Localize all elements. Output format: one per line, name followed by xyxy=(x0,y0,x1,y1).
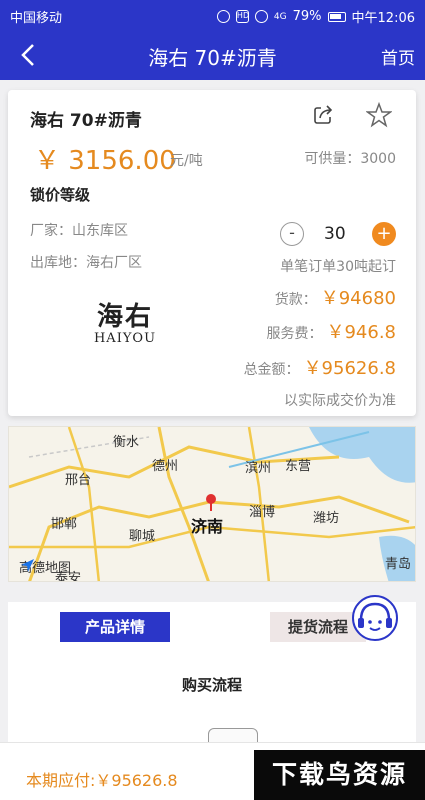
logo-text-cn: 海右 xyxy=(96,302,153,332)
map-city-qingdao: 青岛 xyxy=(385,557,412,572)
product-card: 海右 70#沥青 ￥ 3156.00 元/吨 可供量：3000 锁价等级 厂家：… xyxy=(8,90,416,416)
map-city-dezhou: 德州 xyxy=(152,459,179,474)
goods-value: ￥94680 xyxy=(320,288,396,309)
map-provider-logo: 高德地图 xyxy=(19,557,71,576)
status-bar: 中国移动 HD 4G 79% 中午12:06 xyxy=(0,0,425,30)
watermark: 下载鸟资源 xyxy=(254,750,425,800)
eye-icon xyxy=(254,10,268,23)
hd-icon: HD xyxy=(235,10,249,23)
battery-percent: 79% xyxy=(292,9,322,24)
map-city-zibo: 淄博 xyxy=(249,505,276,520)
map-city-weifang: 潍坊 xyxy=(313,511,340,526)
total-label: 总金额： xyxy=(243,362,300,378)
minimum-order-note: 单笔订单30吨起订 xyxy=(280,259,396,275)
map-city-binzhou: 滨州 xyxy=(245,461,272,476)
purchase-flow-title: 购买流程 xyxy=(181,676,242,694)
product-name: 海右 70#沥青 xyxy=(30,111,142,131)
total-amount-row: 总金额： ￥95626.8 xyxy=(244,354,396,380)
depot-info: 出库地：海右厂区 xyxy=(30,255,142,271)
favorite-star-icon[interactable] xyxy=(366,102,392,128)
goods-label: 货款： xyxy=(274,292,317,308)
alarm-icon xyxy=(216,10,230,23)
increase-quantity-button[interactable]: + xyxy=(372,222,396,246)
factory-info: 厂家：山东库区 xyxy=(30,223,128,239)
battery-icon xyxy=(327,11,346,22)
amount-due: 本期应付:￥95626.8 xyxy=(26,771,178,790)
total-value: ￥95626.8 xyxy=(303,358,396,379)
customer-service-icon[interactable] xyxy=(348,592,402,644)
lock-price-grade: 锁价等级 xyxy=(30,186,91,204)
quantity-value[interactable]: 30 xyxy=(324,224,346,244)
price-note: 以实际成交价为准 xyxy=(284,393,396,409)
map-city-jinan: 济南 xyxy=(191,517,224,536)
clock: 中午12:06 xyxy=(351,11,415,26)
status-icons: HD 4G 79% 中午12:06 xyxy=(216,7,415,26)
logo-text-en: HAIYOU xyxy=(93,331,157,346)
price-unit: 元/吨 xyxy=(170,153,203,169)
map-city-dongying: 东营 xyxy=(285,459,312,474)
decrease-quantity-button[interactable]: - xyxy=(280,222,304,246)
page-title: 海右 70#沥青 xyxy=(148,46,277,70)
goods-amount-row: 货款： ￥94680 xyxy=(275,284,396,310)
home-link[interactable]: 首页 xyxy=(381,44,415,69)
tab-product-details[interactable]: 产品详情 xyxy=(60,612,170,642)
signal-icon: 4G xyxy=(273,11,287,22)
map-city-handan: 邯郸 xyxy=(51,517,78,532)
share-icon[interactable] xyxy=(312,104,334,126)
carrier-label: 中国移动 xyxy=(10,11,63,26)
brand-logo: 海右 HAIYOU xyxy=(80,296,170,346)
unit-price: ￥ 3156.00 xyxy=(34,146,176,176)
map-city-xingtai: 邢台 xyxy=(65,473,92,488)
service-fee-row: 服务费： ￥946.8 xyxy=(266,318,396,344)
location-map[interactable]: 衡水 德州 滨州 东营 邢台 济南 淄博 潍坊 邯郸 聊城 青岛 泰安 高德地图 xyxy=(8,426,416,582)
fee-value: ￥946.8 xyxy=(326,322,396,343)
location-pin-icon xyxy=(206,494,216,511)
supply-amount: 可供量：3000 xyxy=(304,151,396,167)
map-city-liaocheng: 聊城 xyxy=(129,529,156,544)
map-city-hengshui: 衡水 xyxy=(113,435,140,450)
amap-arrow-icon xyxy=(21,559,34,572)
fee-label: 服务费： xyxy=(266,326,323,342)
nav-bar: 海右 70#沥青 首页 xyxy=(0,30,425,80)
